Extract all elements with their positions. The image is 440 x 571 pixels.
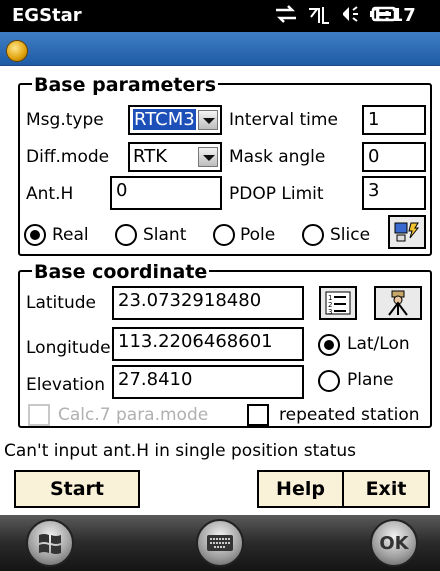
base-parameters-title: Base parameters	[32, 74, 219, 96]
radio-real[interactable]	[24, 224, 46, 246]
interval-time-label: Interval time	[229, 110, 338, 130]
repeated-station-checkbox[interactable]	[247, 404, 269, 426]
exit-button[interactable]: Exit	[342, 470, 430, 508]
radio-pole[interactable]	[213, 224, 235, 246]
signal-off-icon[interactable]	[307, 3, 331, 29]
interval-time-input[interactable]: 1	[362, 105, 426, 135]
ok-button[interactable]: OK	[370, 519, 418, 567]
start-button[interactable]: Start	[14, 470, 140, 508]
ant-h-input[interactable]: 0	[110, 176, 222, 210]
svg-text:3: 3	[328, 308, 332, 316]
elevation-input[interactable]: 27.8410	[112, 365, 304, 399]
radio-slice[interactable]	[302, 224, 324, 246]
radio-slant-label: Slant	[143, 225, 187, 245]
latitude-label: Latitude	[26, 293, 96, 313]
status-message: Can't input ant.H in single position sta…	[4, 441, 356, 461]
list-icon: 123	[325, 291, 351, 316]
msg-type-select[interactable]: RTCM3	[128, 105, 222, 135]
msg-type-value: RTCM3	[133, 109, 196, 130]
chevron-down-icon[interactable]	[198, 147, 218, 167]
app-bar	[0, 32, 440, 66]
msg-type-label: Msg.type	[26, 110, 104, 130]
pdop-limit-input[interactable]: 3	[362, 176, 426, 210]
keyboard-button[interactable]	[196, 519, 244, 567]
windows-start-button[interactable]	[26, 519, 74, 567]
windows-logo-icon	[39, 534, 61, 554]
antenna-settings-button[interactable]	[388, 215, 426, 249]
pdop-limit-label: PDOP Limit	[229, 184, 324, 204]
surveyor-icon	[388, 290, 408, 316]
keyboard-icon	[207, 535, 233, 551]
help-button[interactable]: Help	[257, 470, 344, 508]
latitude-input[interactable]: 23.0732918480	[112, 286, 304, 320]
diff-mode-value: RTK	[133, 146, 167, 167]
radio-lat-lon-label: Lat/Lon	[347, 334, 410, 354]
calc-para-label: Calc.7 para.mode	[58, 405, 209, 425]
radio-slant[interactable]	[115, 224, 137, 246]
ok-label: OK	[379, 532, 409, 554]
network-sync-icon[interactable]	[273, 3, 299, 29]
get-position-button[interactable]	[374, 286, 422, 320]
ant-h-label: Ant.H	[26, 184, 74, 204]
radio-plane[interactable]	[318, 370, 340, 392]
base-coordinate-title: Base coordinate	[32, 261, 210, 283]
elevation-label: Elevation	[26, 375, 105, 395]
status-time: 1:17	[371, 5, 416, 26]
longitude-label: Longitude	[26, 338, 110, 358]
repeated-station-label: repeated station	[279, 405, 420, 425]
radio-lat-lon[interactable]	[318, 334, 340, 356]
longitude-input[interactable]: 113.2206468601	[112, 327, 304, 361]
diff-mode-select[interactable]: RTK	[128, 142, 222, 172]
app-logo-icon[interactable]	[6, 40, 28, 62]
antenna-settings-icon	[394, 222, 420, 242]
chevron-down-icon[interactable]	[198, 110, 218, 130]
app-title: EGStar	[12, 5, 82, 26]
radio-slice-label: Slice	[330, 225, 371, 245]
radio-real-label: Real	[52, 225, 89, 245]
diff-mode-label: Diff.mode	[26, 147, 110, 167]
volume-icon[interactable]	[339, 3, 361, 29]
radio-plane-label: Plane	[347, 370, 394, 390]
mask-angle-input[interactable]: 0	[362, 142, 426, 172]
point-list-button[interactable]: 123	[319, 286, 357, 320]
radio-pole-label: Pole	[240, 225, 276, 245]
calc-para-checkbox[interactable]	[28, 404, 50, 426]
mask-angle-label: Mask angle	[229, 147, 326, 167]
